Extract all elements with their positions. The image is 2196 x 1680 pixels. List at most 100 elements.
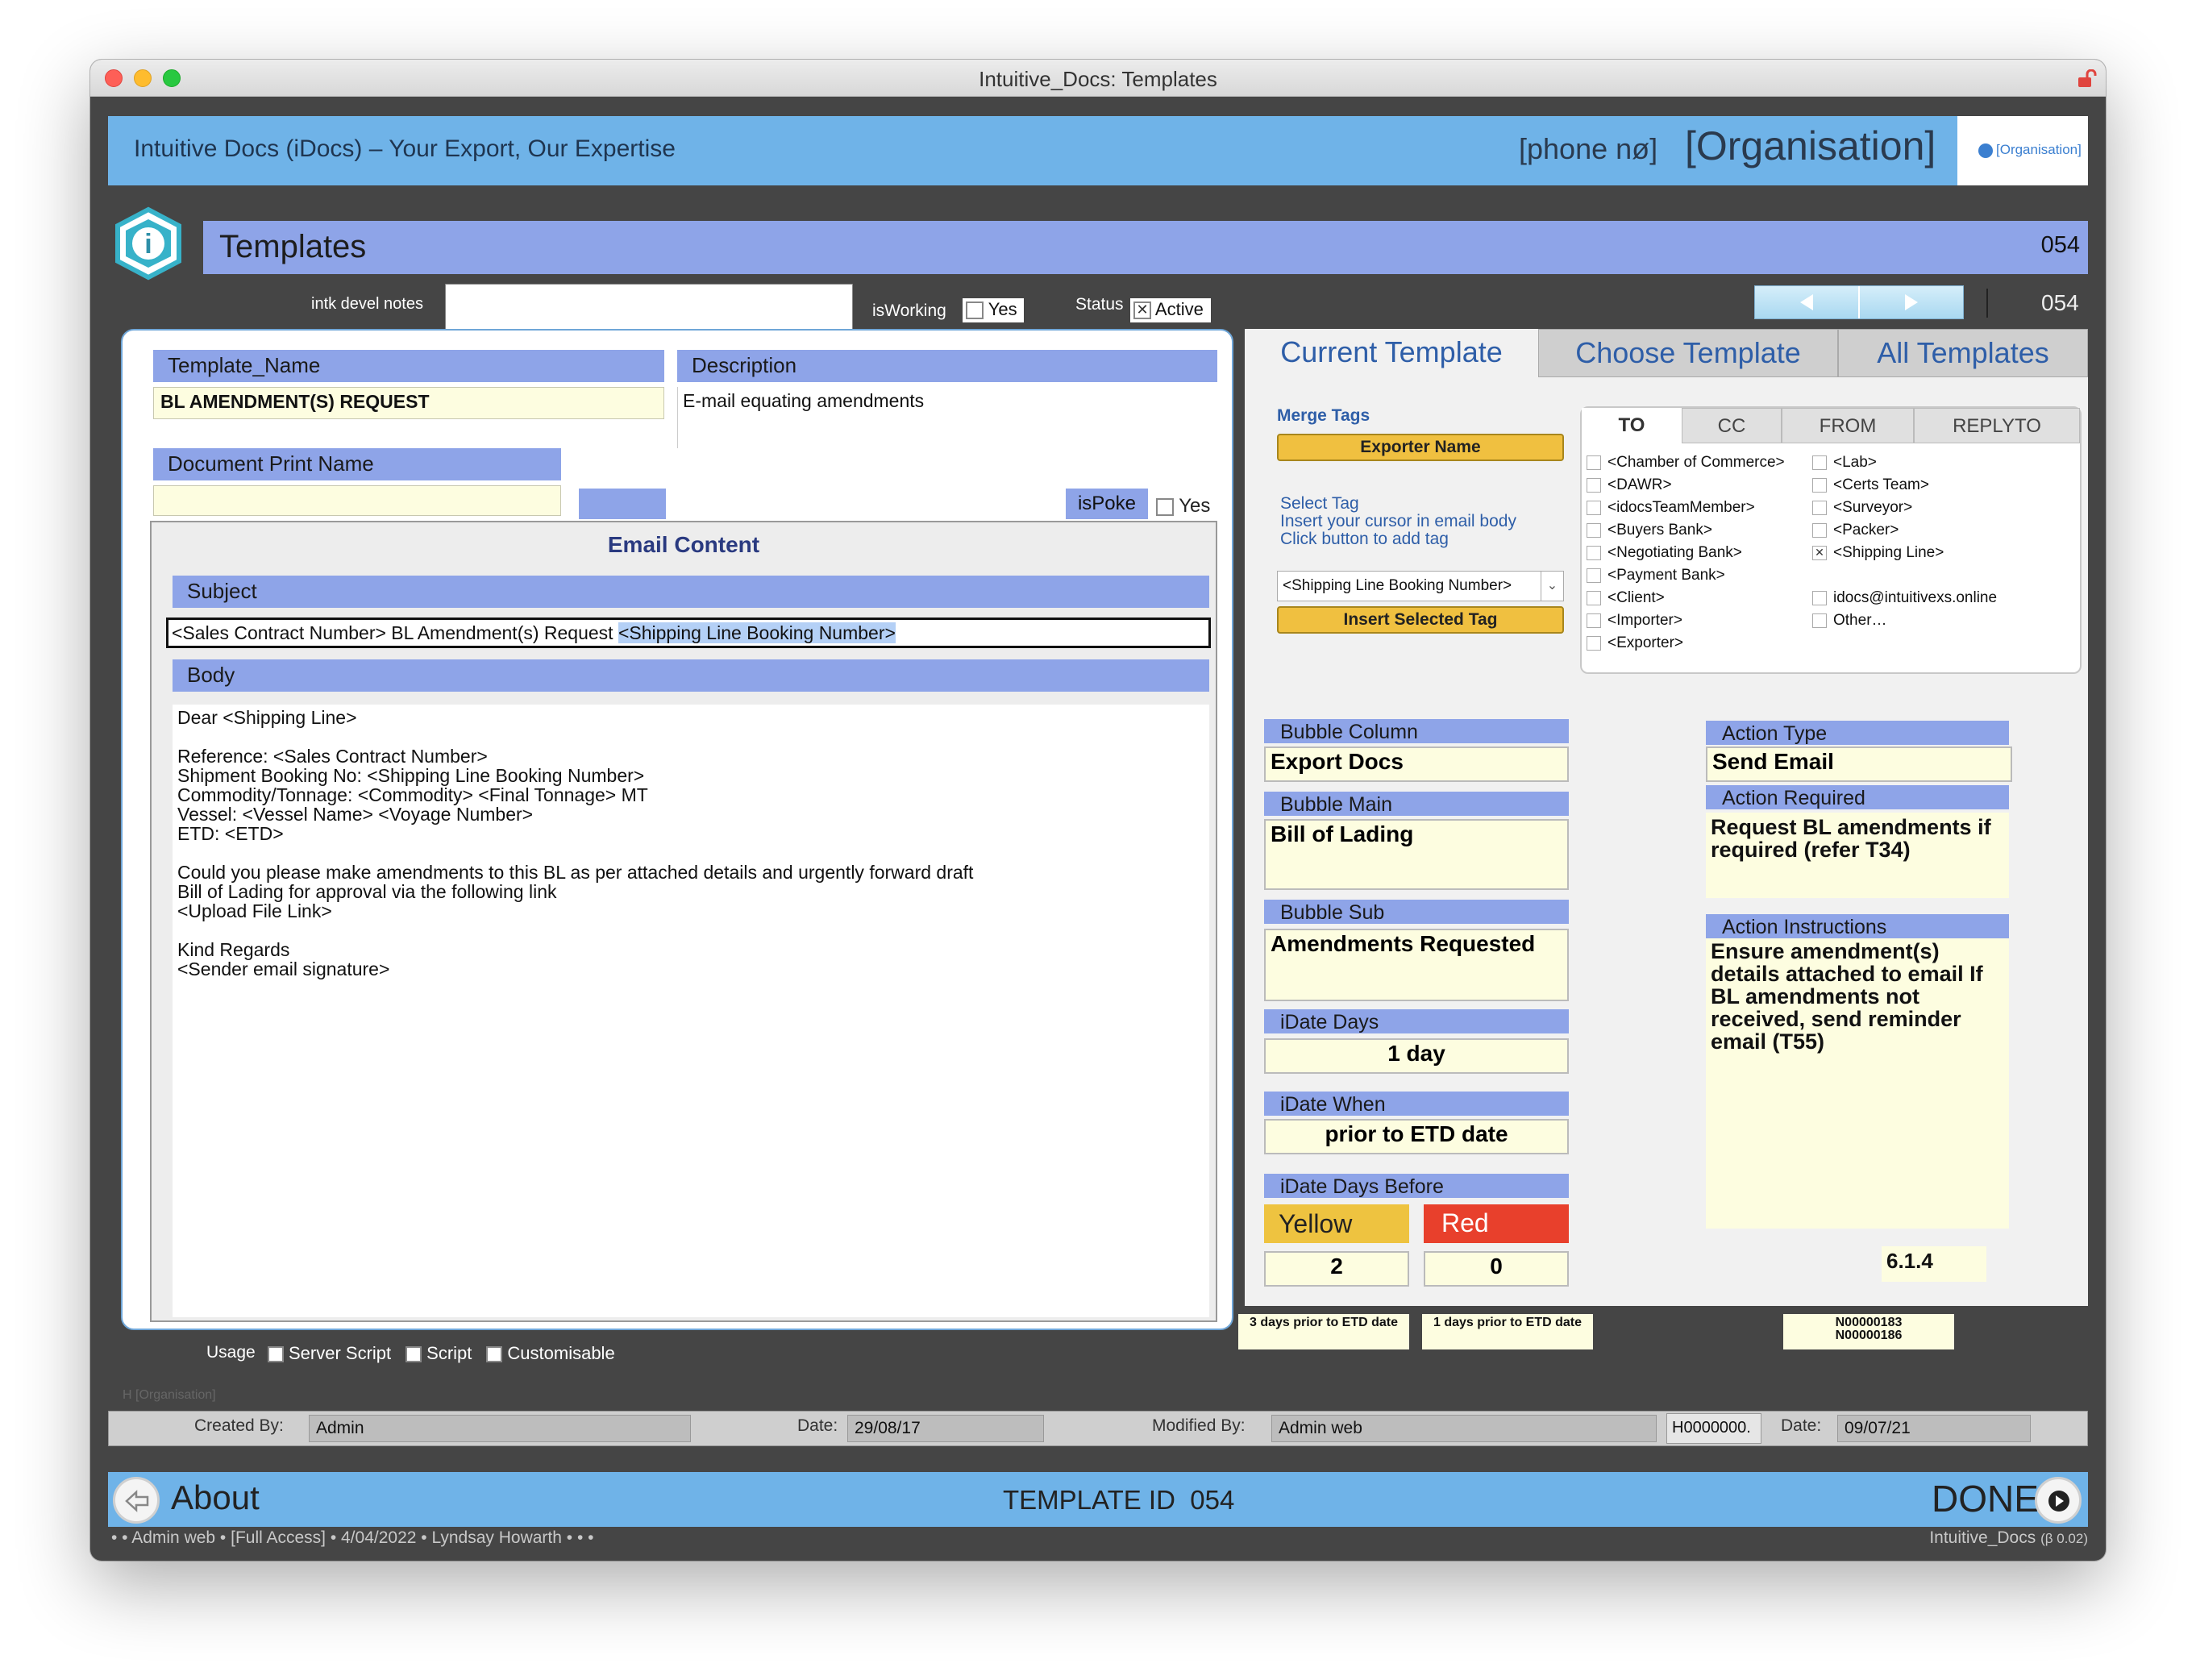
usage-option-label: Server Script <box>289 1343 392 1363</box>
recipient-option[interactable] <box>1812 564 1997 587</box>
tab-to[interactable]: TO <box>1582 408 1682 443</box>
recipient-checkbox[interactable] <box>1812 477 1827 493</box>
usage-checkbox[interactable] <box>268 1346 284 1363</box>
recipient-checkbox[interactable] <box>1587 500 1601 515</box>
tab-replyto[interactable]: REPLYTO <box>1914 408 2080 443</box>
recipient-option[interactable]: <Chamber of Commerce> <box>1587 451 1785 474</box>
tab-current-template[interactable]: Current Template <box>1245 329 1538 377</box>
bubble-main-field[interactable]: Bill of Lading <box>1264 819 1569 890</box>
recipient-option[interactable]: Other… <box>1812 609 1997 632</box>
usage-checkbox[interactable] <box>406 1346 422 1363</box>
about-label[interactable]: About <box>171 1478 260 1517</box>
bubble-column-field[interactable]: Export Docs <box>1264 746 1569 782</box>
recipient-checkbox[interactable] <box>1587 522 1601 538</box>
recipient-checkbox[interactable] <box>1587 477 1601 493</box>
recipient-checkbox[interactable] <box>1812 500 1827 515</box>
recipient-checkbox[interactable] <box>1587 613 1601 628</box>
previous-record-button[interactable] <box>1755 286 1860 318</box>
recipient-checkbox[interactable] <box>1587 590 1601 605</box>
recipient-checkbox[interactable] <box>1812 455 1827 470</box>
recipient-option[interactable]: <Payment Bank> <box>1587 564 1785 587</box>
exporter-name-button[interactable]: Exporter Name <box>1277 434 1564 461</box>
arrow-back-icon <box>125 1490 149 1512</box>
subject-text: <Sales Contract Number> BL Amendment(s) … <box>172 622 618 643</box>
recipient-option[interactable]: ✕ <Shipping Line> <box>1812 542 1997 564</box>
recipient-option[interactable]: <Client> <box>1587 587 1785 609</box>
tab-from[interactable]: FROM <box>1782 408 1914 443</box>
done-label[interactable]: DONE <box>1932 1477 2039 1520</box>
devel-notes-input[interactable] <box>445 284 853 331</box>
isworking-box[interactable] <box>966 301 984 320</box>
idate-when-field[interactable]: prior to ETD date <box>1264 1119 1569 1154</box>
body-label: Body <box>173 659 1209 692</box>
template-name-field[interactable]: BL AMENDMENT(S) REQUEST <box>153 387 664 419</box>
usage-option-label: Script <box>426 1343 472 1363</box>
usage-option[interactable]: Script <box>406 1343 472 1363</box>
insert-selected-tag-button[interactable]: Insert Selected Tag <box>1277 606 1564 634</box>
recipient-option[interactable]: <Buyers Bank> <box>1587 519 1785 542</box>
recipient-option[interactable]: <idocsTeamMember> <box>1587 497 1785 519</box>
merge-tags-title: Merge Tags <box>1277 406 1370 425</box>
subject-input[interactable]: <Sales Contract Number> BL Amendment(s) … <box>166 618 1211 648</box>
tag-select-dropdown[interactable]: <Shipping Line Booking Number> ⌄ <box>1277 571 1564 601</box>
unlock-icon[interactable] <box>2077 69 2098 89</box>
chevron-down-icon[interactable]: ⌄ <box>1541 572 1563 601</box>
print-name-field[interactable] <box>153 485 561 516</box>
ispoke-checkbox[interactable]: Yes <box>1156 495 1210 518</box>
red-label: Red <box>1424 1204 1569 1243</box>
record-navigator <box>1754 285 1964 319</box>
tab-cc[interactable]: CC <box>1682 408 1782 443</box>
action-type-field[interactable]: Send Email <box>1706 746 2012 782</box>
blank-header-button[interactable] <box>579 489 666 519</box>
recipient-checkbox[interactable] <box>1812 522 1827 538</box>
ispoke-box[interactable] <box>1156 497 1174 516</box>
tab-choose-template[interactable]: Choose Template <box>1538 329 1838 377</box>
recipient-checkbox[interactable] <box>1587 545 1601 560</box>
recipient-checkbox[interactable]: ✕ <box>1812 545 1827 560</box>
usage-checkbox[interactable] <box>486 1346 503 1363</box>
isworking-checkbox[interactable]: Yes <box>963 298 1024 322</box>
recipient-checkbox[interactable] <box>1587 455 1601 470</box>
recipient-checkbox[interactable] <box>1587 568 1601 583</box>
next-record-button[interactable] <box>1860 286 1965 318</box>
recipient-option[interactable]: <Negotiating Bank> <box>1587 542 1785 564</box>
h-code-field: H0000000. <box>1666 1413 1761 1444</box>
recipient-label: Other… <box>1833 612 1887 629</box>
action-ids: N00000183 N00000186 <box>1783 1314 1954 1349</box>
recipient-checkbox[interactable] <box>1587 635 1601 651</box>
status-active-checkbox[interactable]: ✕ Active <box>1130 298 1211 322</box>
usage-option[interactable]: Customisable <box>486 1343 615 1363</box>
recipient-option[interactable]: <Packer> <box>1812 519 1997 542</box>
recipient-option[interactable]: <Lab> <box>1812 451 1997 474</box>
body-line: Reference: <Sales Contract Number> <box>177 746 488 767</box>
body-textarea[interactable]: Dear <Shipping Line> Reference: <Sales C… <box>173 705 1209 1317</box>
recipient-label: <Buyers Bank> <box>1607 522 1712 539</box>
recipient-option[interactable]: idocs@intuitivexs.online <box>1812 587 1997 609</box>
yellow-days-field[interactable]: 2 <box>1264 1251 1409 1287</box>
recipient-checkbox[interactable] <box>1812 613 1827 628</box>
recipient-label: <Client> <box>1607 589 1665 606</box>
status-checked-box[interactable]: ✕ <box>1133 301 1151 320</box>
recipient-option[interactable]: <Importer> <box>1587 609 1785 632</box>
recipient-option[interactable]: <DAWR> <box>1587 474 1785 497</box>
yellow-note: 3 days prior to ETD date <box>1238 1314 1409 1349</box>
recipient-option[interactable]: <Certs Team> <box>1812 474 1997 497</box>
app-version: (β 0.02) <box>2040 1531 2088 1546</box>
version-field[interactable]: 6.1.4 <box>1882 1246 1986 1282</box>
recipient-option[interactable]: <Exporter> <box>1587 632 1785 655</box>
bubble-sub-field[interactable]: Amendments Requested <box>1264 929 1569 1001</box>
done-button[interactable] <box>2035 1477 2082 1524</box>
tab-all-templates[interactable]: All Templates <box>1838 329 2088 377</box>
recipient-checkbox[interactable] <box>1812 590 1827 605</box>
isworking-option-label: Yes <box>988 299 1017 319</box>
idate-days-field[interactable]: 1 day <box>1264 1038 1569 1074</box>
action-instructions-field[interactable]: Ensure amendment(s) details attached to … <box>1706 938 2009 1229</box>
red-days-field[interactable]: 0 <box>1424 1251 1569 1287</box>
recipient-label: <Importer> <box>1607 612 1682 629</box>
recipient-option[interactable]: <Surveyor> <box>1812 497 1997 519</box>
action-required-field[interactable]: Request BL amendments if required (refer… <box>1706 813 2009 898</box>
usage-option[interactable]: Server Script <box>268 1343 391 1363</box>
about-button[interactable] <box>113 1477 160 1524</box>
description-field[interactable]: E-mail equating amendments <box>677 387 1217 448</box>
page-title-bar: Templates 054 <box>203 221 2088 274</box>
